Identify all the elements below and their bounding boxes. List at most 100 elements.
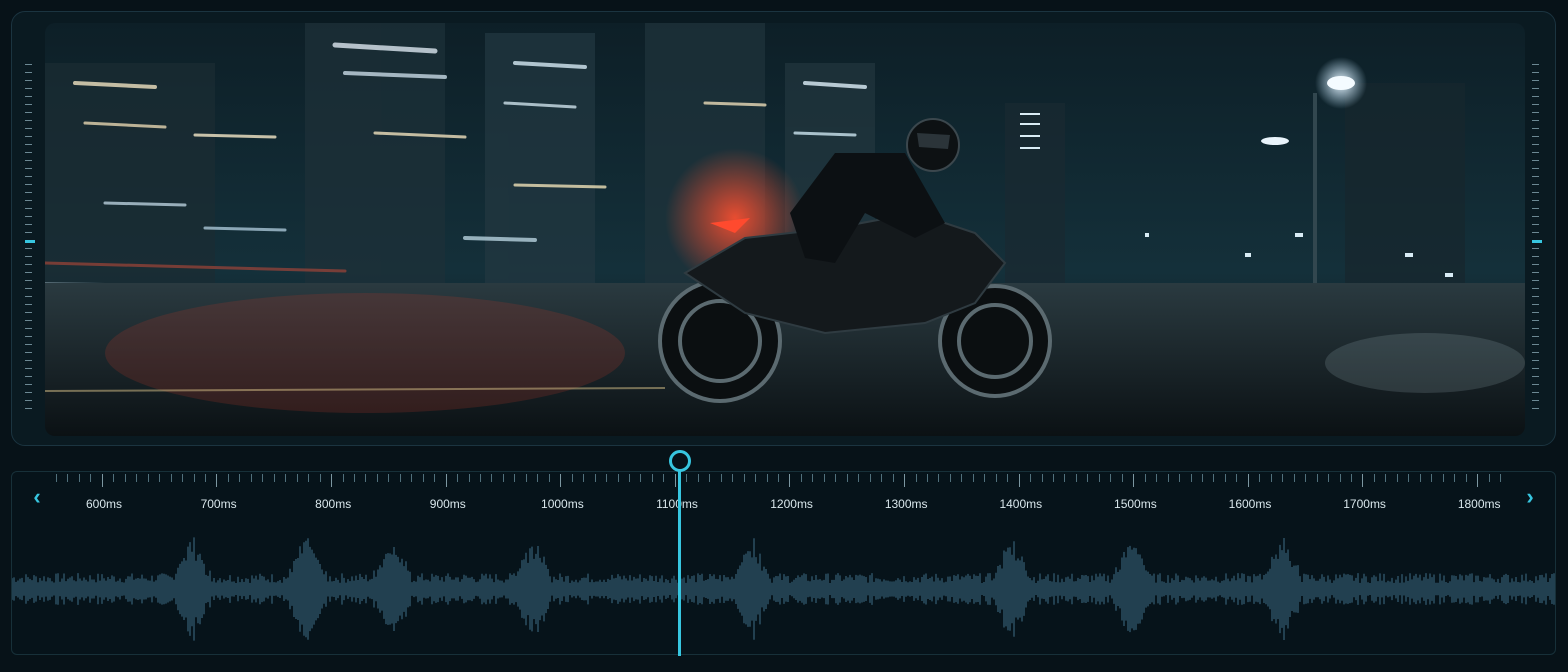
- ruler-tick: [1396, 474, 1398, 482]
- time-label: 1300ms: [884, 497, 928, 511]
- ruler-tick: [25, 64, 32, 65]
- ruler-tick: [1270, 474, 1272, 482]
- ruler-tick: [25, 96, 32, 97]
- ruler-tick: [204, 474, 206, 482]
- ruler-tick: [193, 474, 195, 482]
- ruler-tick: [1532, 384, 1539, 385]
- ruler-tick: [1532, 96, 1539, 97]
- time-label: 800ms: [315, 497, 352, 511]
- ruler-tick: [308, 474, 310, 482]
- ruler-tick: [25, 152, 32, 153]
- ruler-tick: [1167, 474, 1169, 482]
- ruler-tick: [1339, 474, 1341, 482]
- ruler-tick: [881, 474, 883, 482]
- ruler-tick: [789, 474, 791, 487]
- ruler-tick: [1532, 272, 1539, 273]
- ruler-tick: [159, 474, 161, 482]
- audio-waveform[interactable]: [12, 532, 1555, 642]
- ruler-tick: [1532, 224, 1539, 225]
- time-label: 1200ms: [770, 497, 813, 511]
- ruler-tick: [1532, 192, 1539, 193]
- ruler-tick: [525, 474, 527, 482]
- ruler-tick: [732, 474, 734, 482]
- ruler-tick: [1030, 474, 1032, 482]
- ruler-tick: [25, 288, 32, 289]
- video-preview-frame: [11, 11, 1556, 446]
- time-label: 900ms: [429, 497, 466, 511]
- chevron-right-icon[interactable]: ›: [1517, 484, 1543, 510]
- ruler-tick: [25, 136, 32, 137]
- ruler-tick: [1532, 288, 1539, 289]
- ruler-tick: [1236, 474, 1238, 482]
- ruler-tick: [56, 474, 57, 482]
- ruler-tick: [594, 474, 596, 482]
- ruler-tick: [331, 474, 333, 487]
- ruler-tick: [1532, 168, 1539, 169]
- ruler-tick: [1362, 474, 1364, 487]
- ruler-tick: [468, 474, 470, 482]
- ruler-tick: [25, 192, 32, 193]
- ruler-tick: [25, 384, 32, 385]
- ruler-tick: [766, 474, 768, 482]
- ruler-tick: [353, 474, 355, 482]
- time-label: 1600ms: [1228, 497, 1272, 511]
- ruler-tick: [1133, 474, 1135, 487]
- ruler-tick: [800, 474, 802, 482]
- ruler-tick: [1408, 474, 1410, 482]
- ruler-tick: [1018, 474, 1020, 487]
- ruler-tick: [617, 474, 619, 482]
- ruler-tick: [25, 296, 32, 297]
- ruler-tick: [25, 184, 32, 185]
- ruler-tick: [25, 168, 32, 169]
- ruler-tick: [1532, 392, 1539, 393]
- ruler-tick: [755, 474, 757, 482]
- ruler-tick: [25, 280, 32, 281]
- ruler-tick: [1373, 474, 1375, 482]
- time-label: 1100ms: [656, 497, 698, 511]
- ruler-tick: [388, 474, 390, 482]
- ruler-tick: [25, 128, 32, 129]
- ruler-tick: [743, 474, 745, 482]
- ruler-tick: [25, 368, 32, 369]
- ruler-tick: [1532, 128, 1539, 129]
- ruler-tick: [25, 328, 32, 329]
- ruler-tick: [1224, 474, 1226, 482]
- chevron-left-icon[interactable]: ‹: [24, 484, 50, 510]
- ruler-tick: [686, 474, 688, 482]
- ruler-tick: [1532, 360, 1539, 361]
- ruler-tick: [1041, 474, 1043, 482]
- ruler-tick: [1431, 474, 1433, 482]
- time-label: 1800ms: [1457, 497, 1501, 511]
- timeline-panel: ‹ › 600ms 700ms 800ms 900ms 1000ms 1100ms 1200…: [11, 471, 1556, 655]
- ruler-tick: [101, 474, 103, 487]
- time-label: 1500ms: [1114, 497, 1157, 511]
- ruler-tick: [1532, 104, 1539, 105]
- ruler-tick: [846, 474, 848, 482]
- ruler-tick: [25, 80, 32, 81]
- time-ruler[interactable]: 600ms 700ms 800ms 900ms 1000ms 1100ms 1200ms 13…: [56, 472, 1511, 522]
- video-frame-image[interactable]: [45, 23, 1525, 436]
- ruler-tick: [1098, 474, 1100, 482]
- ruler-tick: [1532, 184, 1539, 185]
- ruler-tick: [1087, 474, 1089, 482]
- ruler-tick: [25, 400, 32, 401]
- ruler-tick: [1110, 474, 1112, 482]
- ruler-tick: [25, 344, 32, 345]
- ruler-tick: [1532, 304, 1539, 305]
- ruler-tick: [365, 474, 367, 482]
- ruler-tick: [869, 474, 871, 482]
- playhead-line[interactable]: [678, 468, 681, 656]
- ruler-tick: [1121, 474, 1123, 482]
- ruler-tick: [25, 120, 32, 121]
- ruler-tick: [1144, 474, 1146, 482]
- ruler-tick: [1532, 120, 1539, 121]
- ruler-tick: [560, 474, 562, 487]
- playhead-handle[interactable]: [669, 450, 691, 472]
- ruler-tick: [1532, 64, 1539, 65]
- left-vertical-ruler: [25, 64, 35, 414]
- ruler-tick: [812, 474, 814, 482]
- ruler-tick: [182, 474, 184, 482]
- ruler-tick: [1454, 474, 1456, 482]
- ruler-tick: [629, 474, 630, 482]
- ruler-tick: [25, 216, 32, 217]
